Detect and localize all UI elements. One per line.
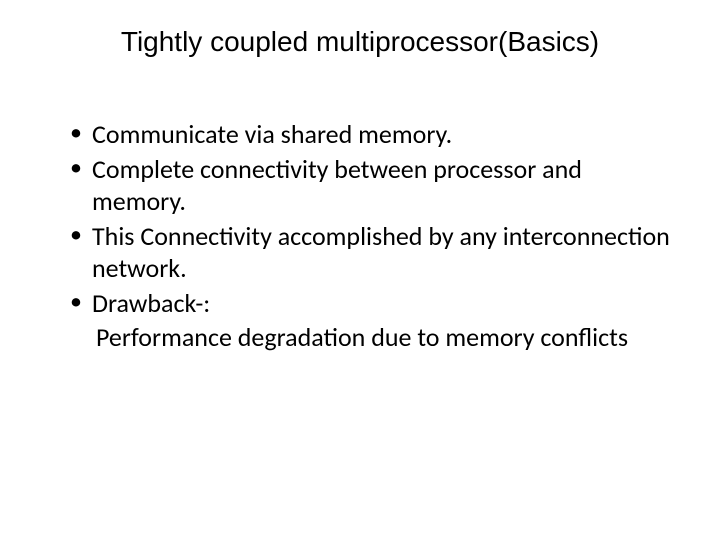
sub-text: Performance degradation due to memory co… xyxy=(50,321,670,354)
bullet-list: Communicate via shared memory. Complete … xyxy=(50,118,670,319)
list-item: Complete connectivity between processor … xyxy=(70,153,670,218)
slide-title: Tightly coupled multiprocessor(Basics) xyxy=(50,26,670,58)
slide: Tightly coupled multiprocessor(Basics) C… xyxy=(0,0,720,540)
list-item: This Connectivity accomplished by any in… xyxy=(70,220,670,285)
list-item: Drawback-: xyxy=(70,287,670,320)
list-item: Communicate via shared memory. xyxy=(70,118,670,151)
